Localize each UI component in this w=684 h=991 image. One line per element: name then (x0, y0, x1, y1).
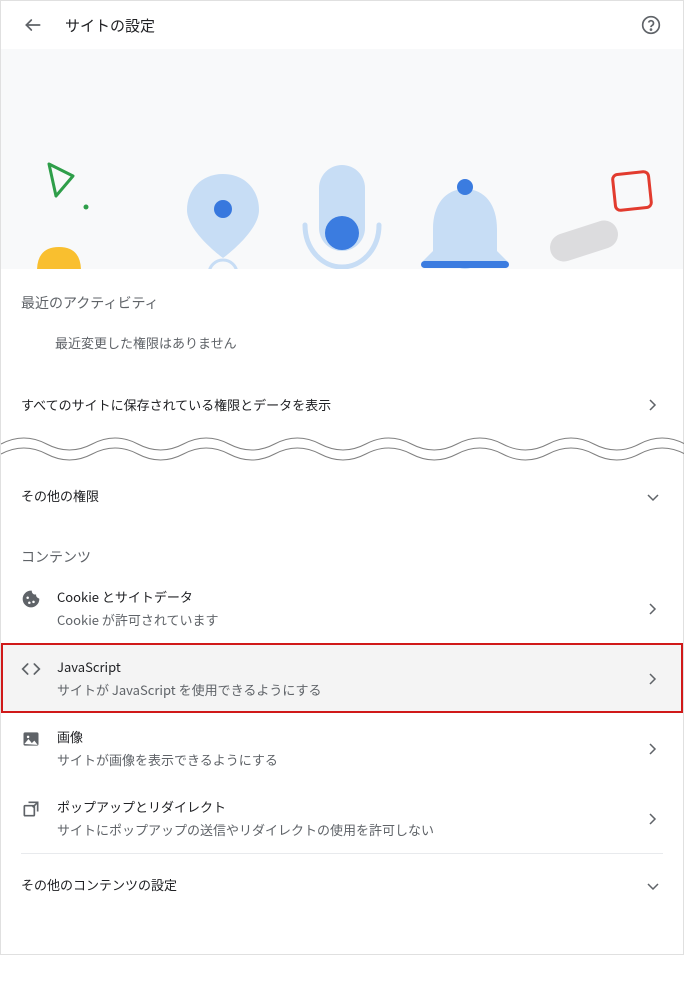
images-row[interactable]: 画像 サイトが画像を表示できるようにする (1, 713, 683, 783)
code-icon (21, 659, 41, 679)
other-permissions-label: その他の権限 (21, 486, 643, 505)
content-section-label: コンテンツ (1, 523, 683, 573)
chevron-right-icon (643, 666, 663, 690)
back-button[interactable] (21, 13, 45, 37)
other-content-row[interactable]: その他のコンテンツの設定 (1, 854, 683, 914)
image-icon (21, 729, 41, 749)
chevron-right-icon (643, 596, 663, 620)
images-title: 画像 (57, 727, 643, 746)
cookie-desc: Cookie が許可されています (57, 610, 643, 629)
chevron-right-icon (643, 392, 663, 416)
chevron-right-icon (643, 806, 663, 830)
cookie-title: Cookie とサイトデータ (57, 587, 643, 606)
all-sites-row[interactable]: すべてのサイトに保存されている権限とデータを表示 (1, 376, 683, 432)
other-permissions-row[interactable]: その他の権限 (1, 467, 683, 523)
images-desc: サイトが画像を表示できるようにする (57, 750, 643, 769)
hero-illustration (1, 49, 683, 269)
help-button[interactable] (639, 13, 663, 37)
popups-title: ポップアップとリダイレクト (57, 797, 643, 816)
other-content-label: その他のコンテンツの設定 (21, 875, 643, 894)
chevron-down-icon (643, 872, 663, 896)
javascript-desc: サイトが JavaScript を使用できるようにする (57, 680, 643, 699)
javascript-title: JavaScript (57, 657, 643, 676)
cookie-icon (21, 589, 41, 609)
cookie-row[interactable]: Cookie とサイトデータ Cookie が許可されています (1, 573, 683, 643)
chevron-down-icon (643, 483, 663, 507)
popups-desc: サイトにポップアップの送信やリダイレクトの使用を許可しない (57, 820, 643, 839)
recent-activity-label: 最近のアクティビティ (1, 269, 683, 319)
page-title: サイトの設定 (65, 15, 639, 36)
help-icon (641, 15, 661, 35)
all-sites-label: すべてのサイトに保存されている権限とデータを表示 (21, 395, 643, 414)
popup-icon (21, 799, 41, 819)
chevron-right-icon (643, 736, 663, 760)
recent-activity-empty: 最近変更した権限はありません (1, 319, 683, 376)
popups-row[interactable]: ポップアップとリダイレクト サイトにポップアップの送信やリダイレクトの使用を許可… (1, 783, 683, 853)
arrow-left-icon (23, 15, 43, 35)
wavy-separator (1, 432, 684, 462)
javascript-row[interactable]: JavaScript サイトが JavaScript を使用できるようにする (1, 643, 683, 713)
